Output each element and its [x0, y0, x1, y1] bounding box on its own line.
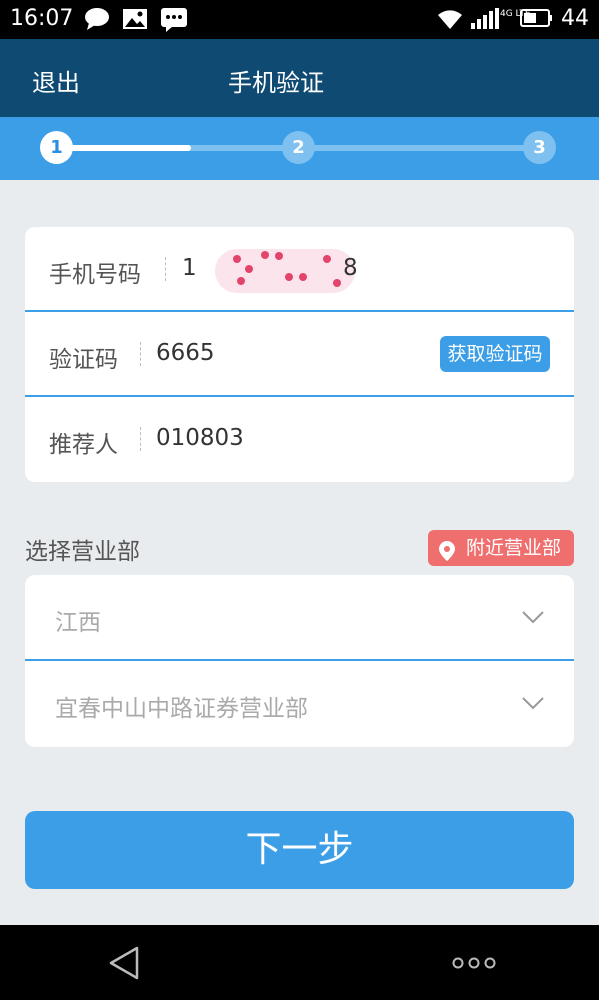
- phone-value-end: 8: [343, 255, 358, 281]
- step-1: 1: [40, 131, 73, 164]
- progress-stepper: 1 2 3: [0, 117, 599, 180]
- page-title: 手机验证: [228, 69, 324, 97]
- more-icon[interactable]: [452, 955, 496, 974]
- app-header: 退出 手机验证: [0, 39, 599, 117]
- chevron-down-icon: [522, 695, 544, 714]
- next-step-button[interactable]: 下一步: [25, 811, 574, 889]
- chat-icon: [84, 7, 110, 35]
- divider: [140, 342, 141, 366]
- step-3: 3: [523, 131, 556, 164]
- message-icon: [160, 7, 188, 37]
- divider: [140, 427, 141, 451]
- phone-value-start: 1: [182, 255, 197, 281]
- exit-button[interactable]: 退出: [32, 63, 80, 98]
- referrer-label: 推荐人: [49, 432, 118, 458]
- nearby-branch-label: 附近营业部: [466, 537, 562, 559]
- nearby-branch-button[interactable]: 附近营业部: [428, 530, 574, 566]
- step-2: 2: [282, 131, 315, 164]
- referrer-row[interactable]: 推荐人 010803: [25, 397, 574, 482]
- branch-select[interactable]: 宜春中山中路证券营业部: [25, 661, 574, 747]
- battery-level: 44: [561, 6, 589, 31]
- code-row[interactable]: 验证码 6665 获取验证码: [25, 312, 574, 397]
- phone-redaction: [215, 249, 355, 293]
- stepper-progress: [58, 145, 191, 151]
- signal-icon: [470, 7, 500, 35]
- battery-icon: [520, 7, 554, 33]
- image-icon: [122, 7, 148, 35]
- chevron-down-icon: [522, 609, 544, 628]
- code-label: 验证码: [49, 347, 118, 373]
- branch-select-card: 江西 宜春中山中路证券营业部: [25, 575, 574, 747]
- code-input[interactable]: 6665: [156, 340, 215, 366]
- verification-form: 手机号码 1 8 验证码 6665 获取验证码 推荐人 010803: [25, 227, 574, 482]
- divider: [165, 257, 166, 281]
- phone-row[interactable]: 手机号码 1 8: [25, 227, 574, 312]
- referrer-input[interactable]: 010803: [156, 425, 244, 451]
- back-icon[interactable]: [108, 945, 140, 985]
- phone-label: 手机号码: [49, 262, 141, 288]
- get-code-button[interactable]: 获取验证码: [440, 336, 550, 372]
- wifi-icon: [436, 7, 464, 35]
- branch-value: 宜春中山中路证券营业部: [55, 696, 308, 722]
- system-nav-bar: [0, 925, 599, 1000]
- status-time: 16:07: [10, 6, 74, 31]
- branch-section-title: 选择营业部: [25, 539, 140, 565]
- province-value: 江西: [55, 610, 101, 636]
- province-select[interactable]: 江西: [25, 575, 574, 661]
- status-bar: 16:07 4G LTE 44: [0, 0, 599, 39]
- location-pin-icon: [438, 538, 456, 574]
